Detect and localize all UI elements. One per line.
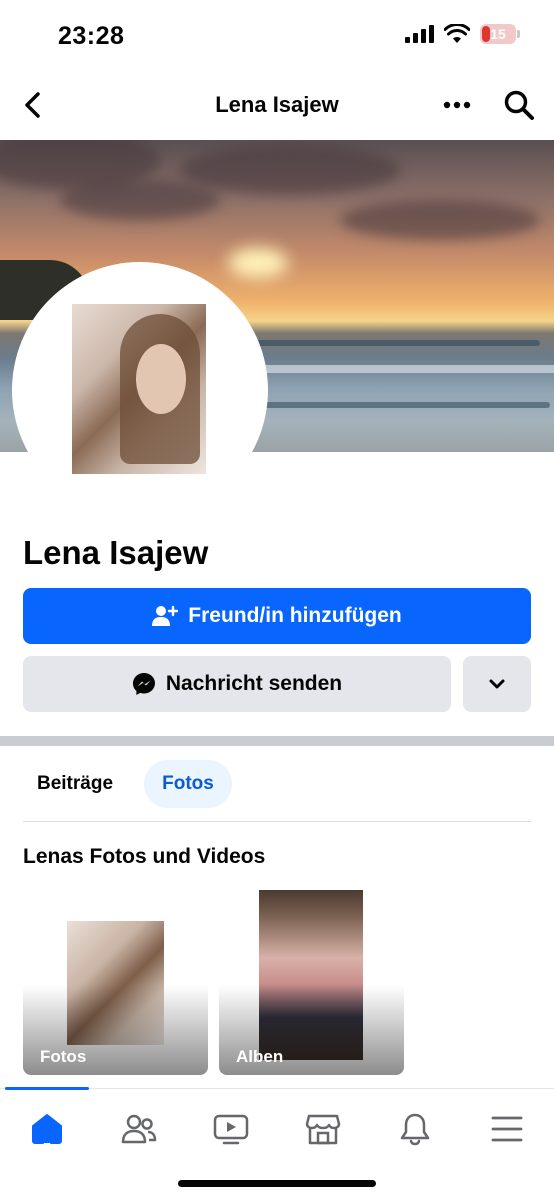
nav-notifications[interactable] — [393, 1107, 437, 1151]
battery-icon: 15 — [480, 24, 520, 44]
nav-marketplace[interactable] — [301, 1107, 345, 1151]
search-icon[interactable] — [502, 88, 536, 122]
battery-level: 15 — [490, 26, 506, 42]
menu-icon — [491, 1116, 523, 1142]
bell-icon — [400, 1113, 430, 1146]
send-message-label: Nachricht senden — [165, 672, 343, 695]
photos-tile[interactable]: Fotos — [23, 890, 208, 1075]
tab-divider — [23, 821, 531, 822]
marketplace-icon — [305, 1114, 341, 1145]
nav-bar: Lena Isajew — [0, 72, 554, 138]
video-icon — [213, 1114, 249, 1145]
more-actions-button[interactable] — [463, 656, 531, 712]
profile-photo — [72, 304, 206, 474]
messenger-icon — [132, 673, 155, 695]
home-indicator — [178, 1180, 376, 1187]
chevron-down-icon — [489, 679, 505, 689]
profile-name: Lena Isajew — [23, 534, 209, 571]
more-options-icon[interactable] — [442, 92, 472, 118]
add-friend-button[interactable]: Freund/in hinzufügen — [23, 588, 531, 644]
friends-icon — [121, 1114, 157, 1144]
add-friend-label: Freund/in hinzufügen — [188, 604, 402, 627]
albums-tile-label: Alben — [236, 1047, 284, 1066]
status-icons: 15 — [404, 24, 520, 44]
photos-tile-label: Fotos — [40, 1047, 87, 1066]
nav-video[interactable] — [209, 1107, 253, 1151]
wifi-icon — [444, 24, 470, 43]
media-section-title: Lenas Fotos und Videos — [23, 845, 266, 868]
active-tab-indicator — [5, 1087, 89, 1090]
section-divider — [0, 736, 554, 746]
nav-home[interactable] — [25, 1107, 69, 1151]
profile-avatar[interactable] — [12, 262, 268, 518]
home-icon — [32, 1114, 62, 1144]
status-bar: 23:28 15 — [0, 0, 554, 72]
send-message-button[interactable]: Nachricht senden — [23, 656, 451, 712]
albums-tile[interactable]: Alben — [219, 890, 404, 1075]
signal-icon — [405, 25, 434, 43]
add-friend-icon — [152, 605, 179, 626]
nav-menu[interactable] — [485, 1107, 529, 1151]
tab-posts[interactable]: Beiträge — [20, 760, 130, 808]
status-time: 23:28 — [58, 22, 125, 50]
tab-photos[interactable]: Fotos — [144, 760, 232, 808]
nav-friends[interactable] — [117, 1107, 161, 1151]
